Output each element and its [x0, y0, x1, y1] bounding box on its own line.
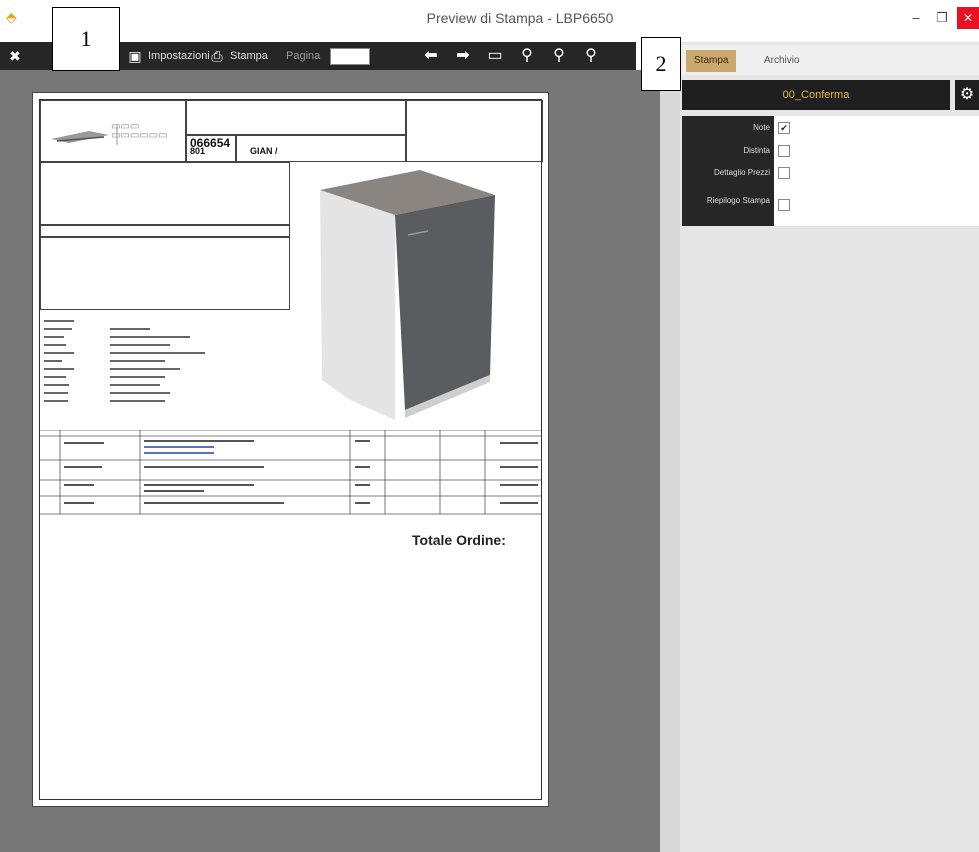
details-text — [44, 320, 205, 402]
option-label-riepilogo: Riepilogo Stampa — [706, 196, 770, 205]
checkbox-dettaglio-prezzi[interactable] — [778, 167, 790, 179]
monitor-icon: ▣ — [128, 48, 142, 64]
app-icon: ⬘ — [6, 9, 17, 25]
printer-icon: ⎙ — [211, 48, 223, 64]
pagina-label-wrap: Pagina — [286, 46, 320, 66]
wrench-icon: ✖ — [9, 48, 21, 64]
preview-scrollbar[interactable] — [660, 42, 680, 852]
cabinet-image — [320, 170, 495, 420]
print-page: ▭▭▭ ▭▭▭▭▭▭ 066654 801 GIAN / Totale Ordi… — [32, 92, 549, 807]
tab-archivio[interactable]: Archivio — [756, 50, 808, 72]
annotation-2: 2 — [641, 37, 681, 91]
customer-name: GIAN / — [250, 146, 278, 156]
arrow-left-icon[interactable]: ⬅ — [420, 46, 442, 66]
fit-page-icon[interactable]: ▭ — [484, 46, 506, 66]
config-selector[interactable]: 00_Conferma — [682, 80, 950, 110]
settings-gear-icon[interactable]: ⚙ — [955, 80, 979, 110]
logo-text: ▭▭▭ ▭▭▭▭▭▭ — [111, 121, 168, 141]
page-frame: ▭▭▭ ▭▭▭▭▭▭ 066654 801 GIAN / Totale Ordi… — [39, 99, 543, 800]
stampa-button[interactable]: ⎙ Stampa — [208, 46, 268, 66]
option-label-dettaglio-prezzi: Dettaglio Prezzi — [713, 168, 770, 177]
restore-button[interactable]: ❐ — [928, 8, 956, 28]
stampa-label: Stampa — [230, 50, 268, 62]
order-box — [185, 100, 407, 136]
option-label-distinta: Distinta — [743, 146, 770, 155]
checkbox-riepilogo[interactable] — [778, 199, 790, 211]
tools-button[interactable]: ✖ — [6, 46, 24, 66]
order-table — [40, 430, 541, 515]
tab-stampa[interactable]: Stampa — [686, 50, 737, 72]
date-box — [405, 100, 543, 162]
customer-code: 801 — [190, 146, 206, 156]
close-button[interactable]: ✕ — [957, 7, 979, 29]
nav-icons: ⬅ ➡ ▭ ⚲ ⚲ ⚲ — [420, 46, 602, 66]
address-box — [40, 162, 290, 226]
checkbox-note[interactable]: ✔ — [778, 122, 790, 134]
arrow-right-icon[interactable]: ➡ — [452, 46, 474, 66]
options-area — [774, 116, 979, 226]
panel-tabs: Stampa Archivio — [680, 45, 979, 75]
minimize-button[interactable]: – — [902, 8, 930, 28]
impostazioni-button[interactable]: ▣ Impostazioni — [126, 46, 210, 66]
window-title: Preview di Stampa - LBP6650 — [426, 10, 614, 26]
checkbox-distinta[interactable] — [778, 145, 790, 157]
annotation-1: 1 — [52, 7, 120, 71]
totale-ordine: Totale Ordine: — [412, 532, 506, 548]
zoom-in-icon[interactable]: ⚲ — [548, 46, 570, 66]
logo-box: ▭▭▭ ▭▭▭▭▭▭ — [40, 100, 187, 162]
page-number-input[interactable] — [330, 48, 370, 65]
title-bar: ⬘ Preview di Stampa - LBP6650 – ❐ ✕ — [0, 0, 979, 42]
option-label-note: Note — [753, 123, 770, 132]
impostazioni-label: Impostazioni — [148, 50, 210, 62]
pagina-label: Pagina — [286, 50, 321, 62]
notes-box — [40, 236, 290, 310]
zoom-icon[interactable]: ⚲ — [516, 46, 538, 66]
zoom-out-icon[interactable]: ⚲ — [580, 46, 602, 66]
